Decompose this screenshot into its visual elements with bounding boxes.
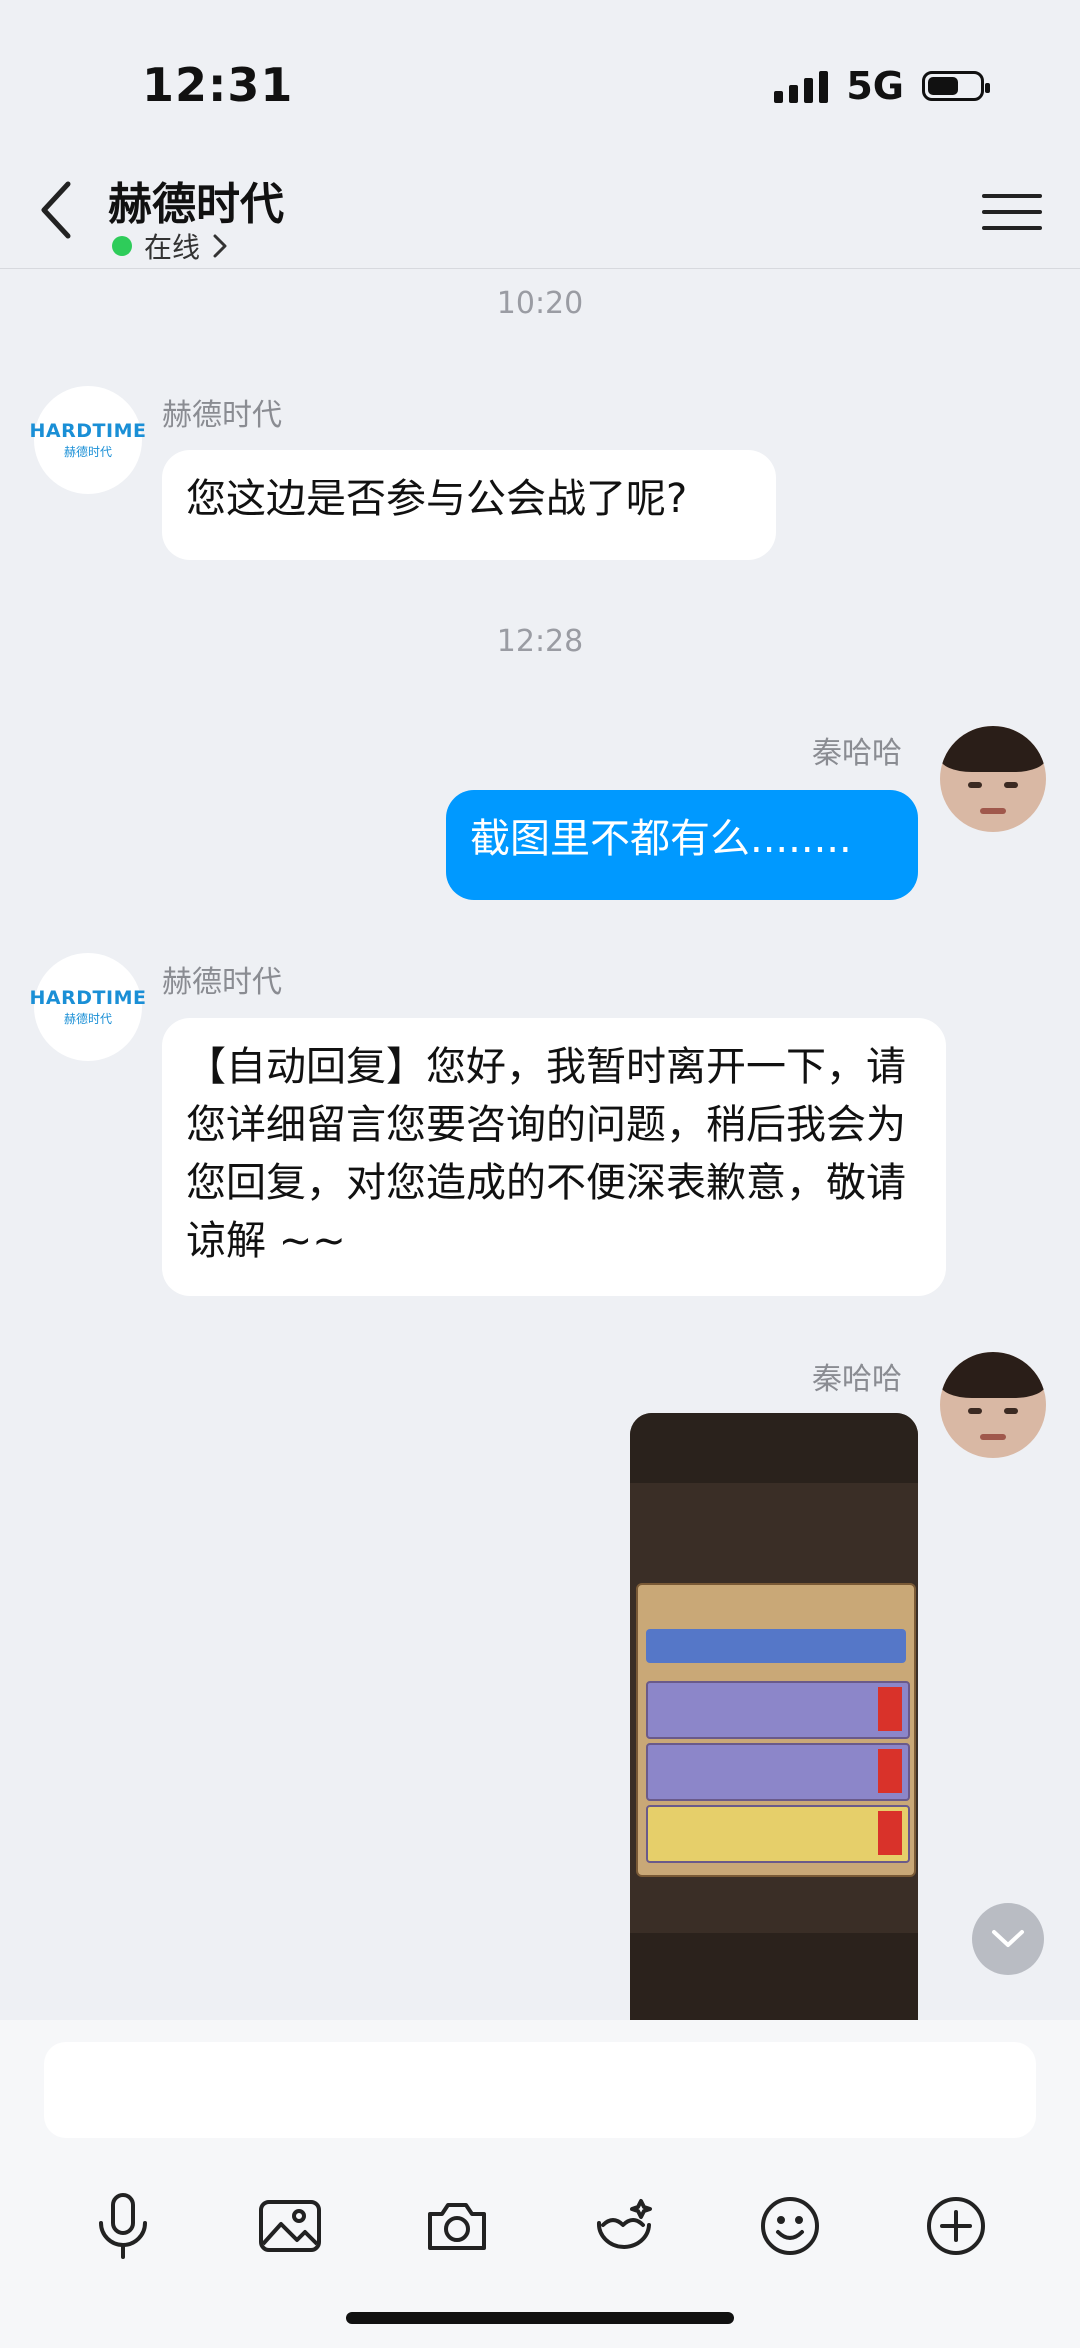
sender-name: 秦哈哈 — [812, 1362, 902, 1397]
avatar[interactable]: HARDTIME 赫德时代 — [30, 386, 146, 494]
image-message[interactable] — [630, 1413, 918, 2020]
home-indicator — [346, 2312, 734, 2324]
chevron-right-icon — [213, 234, 227, 258]
battery-icon — [922, 71, 990, 101]
scroll-down-button[interactable] — [972, 1903, 1044, 1975]
sender-name: 赫德时代 — [162, 398, 282, 433]
chevron-down-icon — [992, 1930, 1024, 1947]
avatar[interactable]: HARDTIME 赫德时代 — [30, 953, 146, 1061]
timestamp: 10:20 — [496, 286, 584, 321]
signal-icon — [774, 69, 829, 103]
message-bubble[interactable]: 【自动回复】您好，我暂时离开一下，请您详细留言您要咨询的问题，稍后我会为您回复，… — [162, 1018, 946, 1296]
camera-icon[interactable] — [417, 2186, 497, 2266]
avatar[interactable] — [940, 1352, 1046, 1458]
emoji-icon[interactable] — [750, 2186, 830, 2266]
menu-icon[interactable] — [982, 182, 1042, 242]
game-screenshot-icon — [636, 1583, 916, 1877]
logo-subtext: 赫德时代 — [63, 1012, 112, 1026]
sender-name: 秦哈哈 — [812, 736, 902, 771]
network-type: 5G — [846, 64, 904, 108]
sticker-icon[interactable] — [584, 2186, 664, 2266]
online-dot-icon — [112, 236, 132, 256]
status-time: 12:31 — [142, 58, 294, 112]
message-bubble[interactable]: 您这边是否参与公会战了呢? — [162, 450, 776, 560]
chat-title[interactable]: 赫德时代 — [108, 168, 284, 232]
image-icon[interactable] — [250, 2186, 330, 2266]
status-bar: 12:31 5G — [0, 0, 1080, 160]
online-status[interactable]: 在线 — [112, 226, 228, 266]
battery-level — [928, 77, 958, 95]
message-bubble[interactable]: 截图里不都有么........ — [446, 790, 918, 900]
plus-icon[interactable] — [916, 2186, 996, 2266]
input-panel — [0, 2020, 1080, 2348]
online-status-label: 在线 — [144, 231, 201, 264]
toolbar — [0, 2160, 1080, 2280]
chat-header: 赫德时代 在线 — [0, 160, 1080, 269]
message-input[interactable] — [44, 2042, 1036, 2138]
back-icon[interactable] — [30, 178, 82, 242]
logo-text: HARDTIME — [29, 987, 147, 1009]
avatar[interactable] — [940, 726, 1046, 832]
sender-name: 赫德时代 — [162, 965, 282, 1000]
logo-text: HARDTIME — [29, 420, 147, 442]
logo-subtext: 赫德时代 — [63, 445, 112, 459]
microphone-icon[interactable] — [83, 2186, 163, 2266]
timestamp: 12:28 — [496, 624, 584, 659]
